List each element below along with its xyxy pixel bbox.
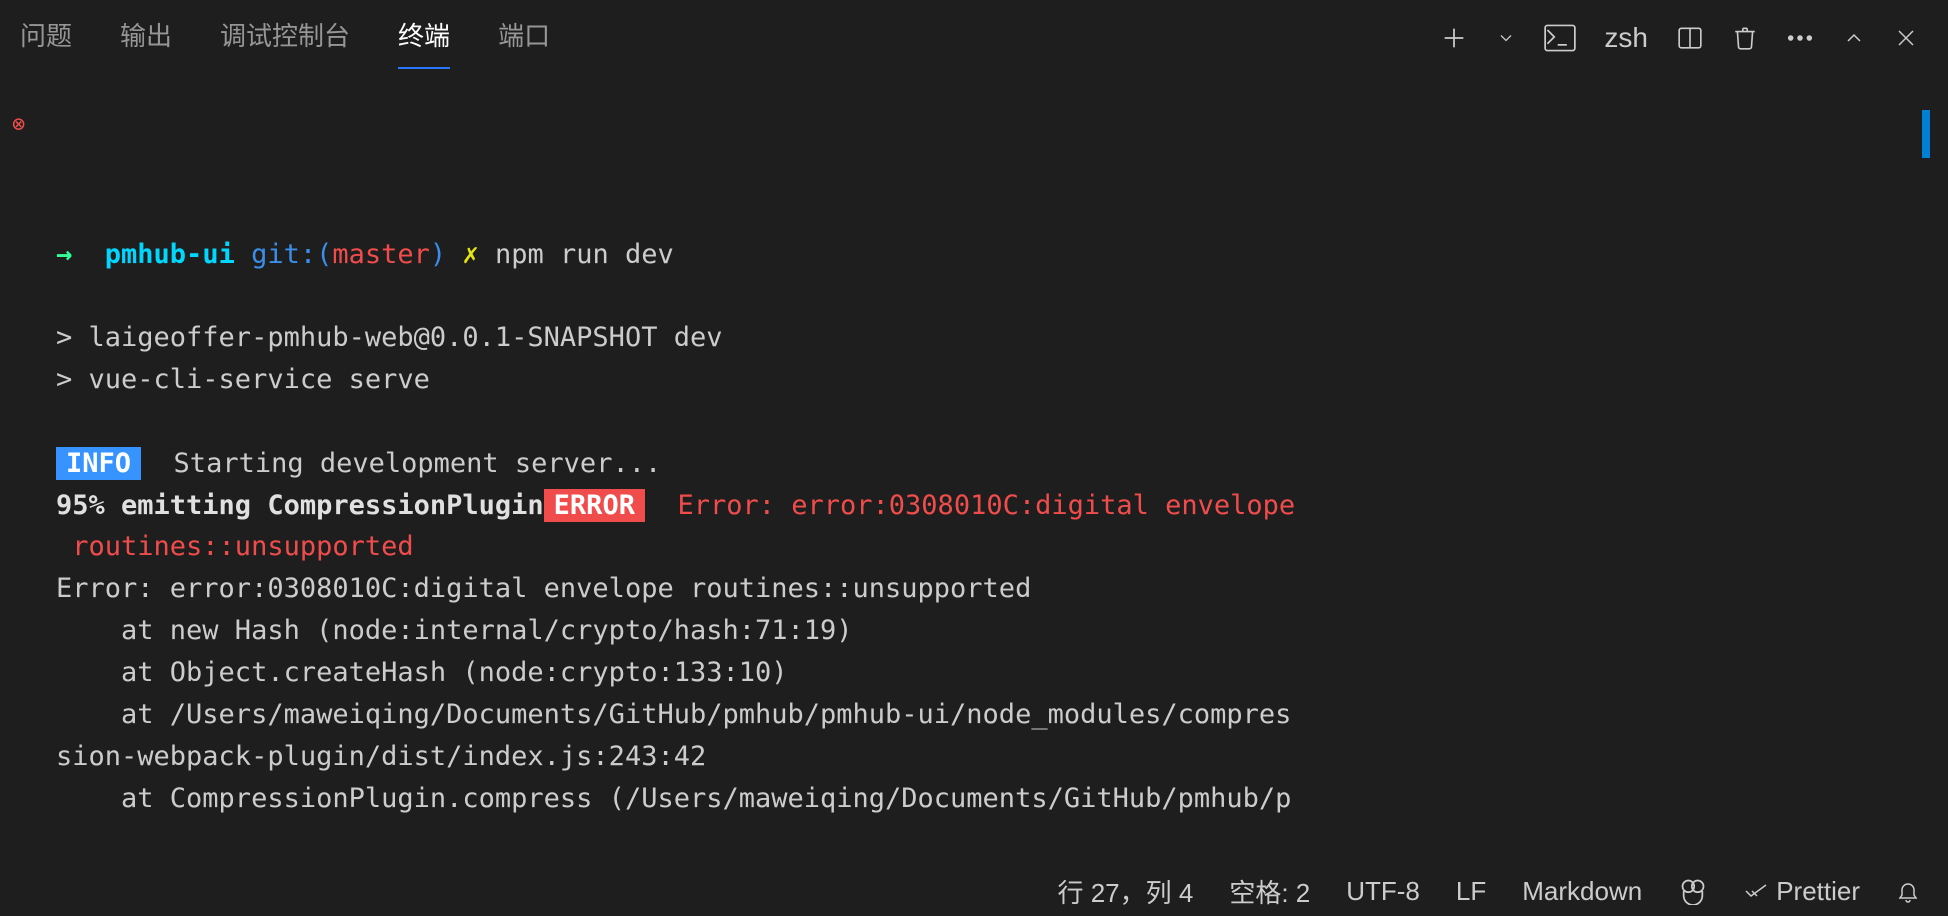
panel-header: 问题 输出 调试控制台 终端 端口 zsh	[0, 0, 1948, 70]
prompt-branch: master	[332, 239, 430, 270]
out-line: Starting development server...	[157, 448, 661, 479]
trash-icon[interactable]	[1732, 24, 1758, 52]
terminal-toolbar: zsh	[1440, 22, 1928, 54]
prompt-dirty-icon: ✗	[462, 239, 478, 270]
error-text: routines::unsupported	[56, 531, 414, 562]
out-line: > vue-cli-service serve	[56, 364, 430, 395]
shell-name: zsh	[1604, 22, 1648, 54]
prompt-project: pmhub-ui	[105, 239, 235, 270]
error-badge: ERROR	[544, 489, 645, 522]
stack-line: at new Hash (node:internal/crypto/hash:7…	[56, 615, 853, 646]
status-language[interactable]: Markdown	[1522, 876, 1642, 907]
close-icon[interactable]	[1894, 26, 1918, 50]
stack-line: at Object.createHash (node:crypto:133:10…	[56, 657, 788, 688]
terminal-dropdown-icon[interactable]	[1496, 28, 1516, 48]
tab-terminal[interactable]: 终端	[398, 8, 450, 69]
notifications-icon[interactable]	[1896, 878, 1920, 904]
formatter-label: Prettier	[1776, 876, 1860, 907]
tab-ports[interactable]: 端口	[498, 8, 550, 69]
scrollbar-thumb[interactable]	[1922, 110, 1930, 158]
copilot-icon[interactable]	[1678, 877, 1708, 905]
exit-status-error-icon: ⊗	[12, 108, 25, 142]
stack-line: at /Users/maweiqing/Documents/GitHub/pmh…	[56, 699, 1291, 730]
stack-line: Error: error:0308010C:digital envelope r…	[56, 573, 1031, 604]
chevron-up-icon[interactable]	[1842, 26, 1866, 50]
split-terminal-icon[interactable]	[1676, 25, 1704, 51]
prompt-git-label: git:(	[251, 239, 332, 270]
terminal-output[interactable]: ⊗ → pmhub-ui git:(master) ✗ npm run dev …	[0, 70, 1948, 866]
status-encoding[interactable]: UTF-8	[1346, 876, 1420, 907]
stack-line: sion-webpack-plugin/dist/index.js:243:42	[56, 741, 706, 772]
tab-problems[interactable]: 问题	[20, 8, 72, 69]
error-text: Error: error:0308010C:digital envelope	[661, 490, 1295, 521]
info-badge: INFO	[56, 447, 141, 480]
out-line: > laigeoffer-pmhub-web@0.0.1-SNAPSHOT de…	[56, 322, 722, 353]
panel-tabs: 问题 输出 调试控制台 终端 端口	[20, 8, 550, 69]
status-line-col[interactable]: 行 27，列 4	[1057, 873, 1193, 910]
new-terminal-icon[interactable]	[1440, 24, 1468, 52]
terminal-profile-icon[interactable]	[1544, 24, 1576, 52]
prompt-arrow: →	[56, 239, 72, 270]
status-eol[interactable]: LF	[1456, 876, 1486, 907]
stack-line: at CompressionPlugin.compress (/Users/ma…	[56, 783, 1291, 814]
command: npm run dev	[495, 239, 674, 270]
status-formatter[interactable]: Prettier	[1744, 876, 1860, 907]
more-icon[interactable]	[1786, 33, 1814, 43]
prompt-git-close: )	[430, 239, 446, 270]
out-line: 95% emitting CompressionPlugin	[56, 490, 544, 521]
status-indent[interactable]: 空格: 2	[1229, 873, 1310, 910]
tab-debug-console[interactable]: 调试控制台	[220, 8, 350, 69]
tab-output[interactable]: 输出	[120, 8, 172, 69]
status-bar: 行 27，列 4 空格: 2 UTF-8 LF Markdown Prettie…	[0, 866, 1948, 916]
